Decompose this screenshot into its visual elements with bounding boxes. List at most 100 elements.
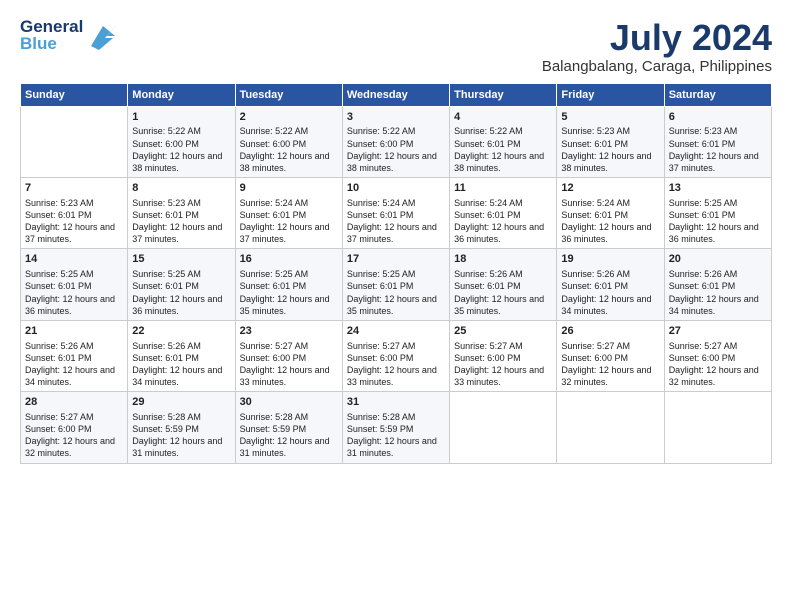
sunrise: Sunrise: 5:27 AM (454, 341, 523, 351)
daylight: Daylight: 12 hours and 38 minutes. (454, 151, 544, 173)
table-row: 22Sunrise: 5:26 AMSunset: 6:01 PMDayligh… (128, 320, 235, 391)
daylight: Daylight: 12 hours and 38 minutes. (561, 151, 651, 173)
day-number: 30 (240, 395, 338, 410)
sunset: Sunset: 6:01 PM (25, 210, 92, 220)
sunset: Sunset: 6:00 PM (240, 353, 307, 363)
daylight: Daylight: 12 hours and 36 minutes. (25, 294, 115, 316)
daylight: Daylight: 12 hours and 32 minutes. (669, 365, 759, 387)
daylight: Daylight: 12 hours and 36 minutes. (454, 222, 544, 244)
sunrise: Sunrise: 5:23 AM (25, 198, 94, 208)
sunrise: Sunrise: 5:23 AM (561, 126, 630, 136)
table-row: 6Sunrise: 5:23 AMSunset: 6:01 PMDaylight… (664, 106, 771, 177)
daylight: Daylight: 12 hours and 35 minutes. (347, 294, 437, 316)
sunrise: Sunrise: 5:26 AM (669, 269, 738, 279)
table-row (450, 392, 557, 463)
sunset: Sunset: 6:01 PM (132, 353, 199, 363)
table-row: 20 Sunrise: 5:26 AM Sunset: 6:01 PM Dayligh… (664, 249, 771, 320)
calendar-week-row: 28Sunrise: 5:27 AMSunset: 6:00 PMDayligh… (21, 392, 772, 463)
day-number: 13 (669, 181, 767, 196)
calendar-week-row: 1Sunrise: 5:22 AMSunset: 6:00 PMDaylight… (21, 106, 772, 177)
sunrise: Sunrise: 5:26 AM (25, 341, 94, 351)
daylight: Daylight: 12 hours and 38 minutes. (132, 151, 222, 173)
day-number: 5 (561, 110, 659, 125)
table-row: 23Sunrise: 5:27 AMSunset: 6:00 PMDayligh… (235, 320, 342, 391)
sunset: Sunset: 6:00 PM (132, 139, 199, 149)
day-number: 17 (347, 252, 445, 267)
table-row (21, 106, 128, 177)
sunrise: Sunrise: 5:28 AM (240, 412, 309, 422)
daylight: Daylight: 12 hours and 31 minutes. (347, 436, 437, 458)
daylight: Daylight: 12 hours and 37 minutes. (347, 222, 437, 244)
day-number: 29 (132, 395, 230, 410)
sunrise: Sunrise: 5:25 AM (240, 269, 309, 279)
sunrise: Sunrise: 5:27 AM (240, 341, 309, 351)
daylight: Daylight: 12 hours and 36 minutes. (669, 222, 759, 244)
sunset: Sunset: 6:00 PM (561, 353, 628, 363)
sunset: Sunset: 6:00 PM (347, 139, 414, 149)
subtitle: Balangbalang, Caraga, Philippines (542, 58, 772, 75)
sunset: Sunset: 6:00 PM (25, 424, 92, 434)
table-row: 7Sunrise: 5:23 AMSunset: 6:01 PMDaylight… (21, 178, 128, 249)
sunrise: Sunrise: 5:22 AM (132, 126, 201, 136)
sunset: Sunset: 5:59 PM (132, 424, 199, 434)
table-row: 31Sunrise: 5:28 AMSunset: 5:59 PMDayligh… (342, 392, 449, 463)
header: General Blue July 2024 Balangbalang, Car… (20, 18, 772, 75)
table-row: 17Sunrise: 5:25 AMSunset: 6:01 PMDayligh… (342, 249, 449, 320)
table-row: 19Sunrise: 5:26 AMSunset: 6:01 PMDayligh… (557, 249, 664, 320)
day-number: 23 (240, 324, 338, 339)
daylight: Daylight: 12 hours and 32 minutes. (25, 436, 115, 458)
table-row: 14Sunrise: 5:25 AMSunset: 6:01 PMDayligh… (21, 249, 128, 320)
daylight: Daylight: 12 hours and 35 minutes. (454, 294, 544, 316)
table-row: 25Sunrise: 5:27 AMSunset: 6:00 PMDayligh… (450, 320, 557, 391)
sunrise: Sunrise: 5:25 AM (669, 198, 738, 208)
daylight: Daylight: 12 hours and 38 minutes. (347, 151, 437, 173)
table-row: 9Sunrise: 5:24 AMSunset: 6:01 PMDaylight… (235, 178, 342, 249)
table-row: 10Sunrise: 5:24 AMSunset: 6:01 PMDayligh… (342, 178, 449, 249)
day-number: 4 (454, 110, 552, 125)
sunset: Sunset: 6:01 PM (347, 210, 414, 220)
day-number: 8 (132, 181, 230, 196)
sunrise: Sunrise: 5:27 AM (25, 412, 94, 422)
calendar-week-row: 14Sunrise: 5:25 AMSunset: 6:01 PMDayligh… (21, 249, 772, 320)
sunset: Sunset: 6:00 PM (240, 139, 307, 149)
sunset: Sunset: 6:00 PM (669, 353, 736, 363)
day-number: 20 (669, 252, 767, 267)
day-number: 7 (25, 181, 123, 196)
daylight: Daylight: 12 hours and 34 minutes. (132, 365, 222, 387)
day-number: 25 (454, 324, 552, 339)
col-friday: Friday (557, 83, 664, 106)
day-number: 26 (561, 324, 659, 339)
table-row: 12Sunrise: 5:24 AMSunset: 6:01 PMDayligh… (557, 178, 664, 249)
col-monday: Monday (128, 83, 235, 106)
sunrise: Sunrise: 5:24 AM (240, 198, 309, 208)
daylight: Daylight: 12 hours and 37 minutes. (132, 222, 222, 244)
sunrise: Sunrise: 5:25 AM (25, 269, 94, 279)
day-number: 11 (454, 181, 552, 196)
table-row: 29Sunrise: 5:28 AMSunset: 5:59 PMDayligh… (128, 392, 235, 463)
daylight: Daylight: 12 hours and 33 minutes. (347, 365, 437, 387)
table-row (664, 392, 771, 463)
col-wednesday: Wednesday (342, 83, 449, 106)
day-number: 19 (561, 252, 659, 267)
sunset: Sunset: 6:01 PM (454, 210, 521, 220)
logo-general: General (20, 18, 83, 35)
page: General Blue July 2024 Balangbalang, Car… (0, 0, 792, 612)
logo: General Blue (20, 18, 119, 52)
sunset: Sunset: 5:59 PM (240, 424, 307, 434)
sunrise: Sunrise: 5:22 AM (454, 126, 523, 136)
sunset: Sunset: 6:01 PM (669, 281, 736, 291)
table-row: 4Sunrise: 5:22 AMSunset: 6:01 PMDaylight… (450, 106, 557, 177)
sunset: Sunset: 6:01 PM (132, 210, 199, 220)
day-number: 12 (561, 181, 659, 196)
sunrise: Sunrise: 5:27 AM (347, 341, 416, 351)
sunrise: Sunrise: 5:24 AM (454, 198, 523, 208)
table-row: 16Sunrise: 5:25 AMSunset: 6:01 PMDayligh… (235, 249, 342, 320)
sunset: Sunset: 6:01 PM (561, 210, 628, 220)
sunset: Sunset: 6:01 PM (240, 281, 307, 291)
day-number: 18 (454, 252, 552, 267)
sunset: Sunset: 6:01 PM (454, 281, 521, 291)
day-number: 22 (132, 324, 230, 339)
table-row: 28Sunrise: 5:27 AMSunset: 6:00 PMDayligh… (21, 392, 128, 463)
sunrise: Sunrise: 5:22 AM (347, 126, 416, 136)
daylight: Daylight: 12 hours and 34 minutes. (669, 294, 759, 316)
